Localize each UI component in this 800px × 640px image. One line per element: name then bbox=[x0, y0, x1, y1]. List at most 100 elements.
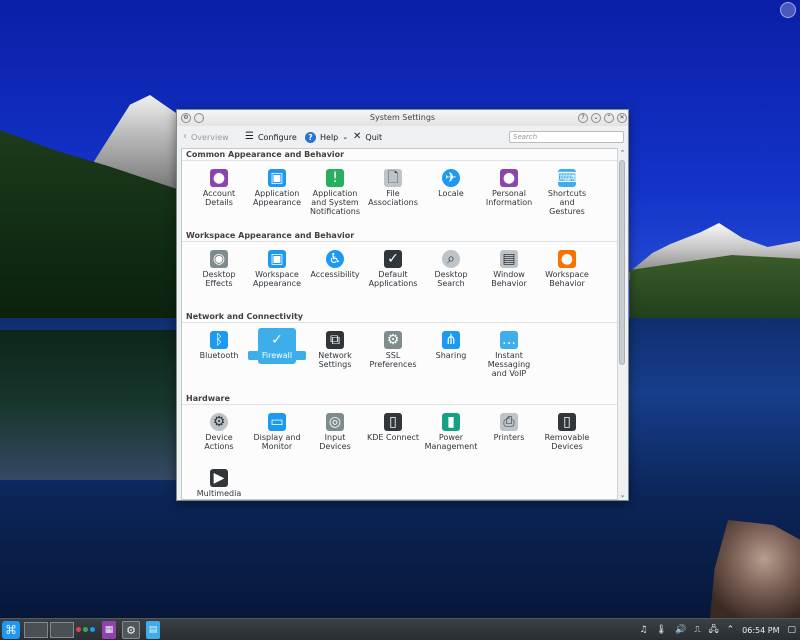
item-shortcuts[interactable]: ⌨ Shortcuts and Gestures bbox=[538, 169, 596, 216]
item-label: SSL Preferences bbox=[369, 351, 417, 369]
input-devices-icon: ◎ bbox=[326, 413, 344, 431]
item-label: Workspace Appearance bbox=[252, 270, 302, 288]
scroll-up-icon[interactable]: ⌃ bbox=[618, 148, 627, 158]
item-instant-messaging[interactable]: … Instant Messaging and VoIP bbox=[480, 331, 538, 378]
desktop-toolbox-button[interactable] bbox=[780, 2, 796, 18]
item-label: Input Devices bbox=[319, 433, 351, 451]
close-icon: ✕ bbox=[353, 131, 362, 142]
usb-tray-icon[interactable]: ⎍ bbox=[694, 625, 700, 635]
item-window-behavior[interactable]: ▤ Window Behavior bbox=[480, 250, 538, 288]
scroll-down-icon[interactable]: ⌄ bbox=[618, 490, 627, 500]
section-items: ⚙ Device Actions ▭ Display and Monitor ◎ Inpu… bbox=[182, 405, 617, 499]
device-actions-icon: ⚙ bbox=[210, 413, 228, 431]
clock[interactable]: 06:54 PM bbox=[742, 626, 779, 635]
item-firewall[interactable]: ✓ Firewall bbox=[248, 328, 306, 364]
configure-button[interactable]: ☰ Configure bbox=[245, 130, 297, 144]
help-button[interactable]: ? Help ⌄ bbox=[305, 130, 348, 144]
item-network-settings[interactable]: ⧉ Network Settings bbox=[306, 331, 364, 369]
search-input[interactable]: Search bbox=[509, 131, 624, 143]
item-notifications[interactable]: ! Application and System Notifications bbox=[306, 169, 364, 216]
item-default-applications[interactable]: ✓ Default Applications bbox=[364, 250, 422, 288]
removable-devices-icon: ▯ bbox=[558, 413, 576, 431]
toolbar: ‹ Overview ☰ Configure ? Help ⌄ ✕ Quit S… bbox=[177, 126, 628, 148]
item-input-devices[interactable]: ◎ Input Devices bbox=[306, 413, 364, 451]
section-title: Hardware bbox=[182, 393, 617, 405]
temperature-tray-icon[interactable]: 🌡 bbox=[656, 625, 667, 635]
workspace-behavior-icon: ● bbox=[558, 250, 576, 268]
expand-tray-icon[interactable]: ⌃ bbox=[727, 625, 735, 635]
taskbar: ⌘ ▦ ⚙ ▤ ♫ 🌡 🔊 ⎍ 🖧 ⌃ 06:54 PM ▢ bbox=[0, 618, 800, 640]
show-desktop-icon[interactable]: ▢ bbox=[787, 625, 796, 635]
scrollbar[interactable]: ⌃ ⌄ bbox=[617, 148, 626, 500]
item-power-management[interactable]: ▮ Power Management bbox=[422, 413, 480, 451]
minimize-button[interactable]: ⌄ bbox=[591, 113, 601, 123]
item-label: Application Appearance bbox=[252, 189, 302, 207]
system-settings-task-icon[interactable]: ⚙ bbox=[122, 621, 140, 639]
file-associations-icon: 🗋 bbox=[384, 169, 402, 187]
quit-label: Quit bbox=[365, 132, 383, 142]
section-items: ● Account Details ▣ Application Appearance !… bbox=[182, 161, 617, 231]
item-label: Workspace Behavior bbox=[545, 270, 589, 288]
maximize-button[interactable]: ⌃ bbox=[604, 113, 614, 123]
application-launcher-icon[interactable]: ⌘ bbox=[2, 621, 20, 639]
section-items: ᛒ Bluetooth ✓ Firewall ⧉ Network Settings ⚙ S… bbox=[182, 323, 617, 393]
item-locale[interactable]: ✈ Locale bbox=[422, 169, 480, 198]
pager-desktop-2[interactable] bbox=[50, 622, 74, 638]
item-file-associations[interactable]: 🗋 File Associations bbox=[364, 169, 422, 207]
item-workspace-appearance[interactable]: ▣ Workspace Appearance bbox=[248, 250, 306, 288]
app-launcher-icon[interactable]: ▦ bbox=[102, 621, 116, 639]
overview-button[interactable]: ‹ Overview bbox=[183, 130, 229, 144]
chevron-down-icon: ⌄ bbox=[342, 133, 349, 141]
item-account-details[interactable]: ● Account Details bbox=[190, 169, 248, 207]
scrollbar-thumb[interactable] bbox=[619, 160, 625, 365]
item-accessibility[interactable]: ♿ Accessibility bbox=[306, 250, 364, 279]
notifications-tray-icon[interactable]: ♫ bbox=[640, 625, 648, 635]
configure-label: Configure bbox=[257, 132, 297, 142]
item-label: Shortcuts and Gestures bbox=[547, 189, 587, 216]
item-label: Desktop Effects bbox=[202, 270, 236, 288]
item-label: Printers bbox=[493, 433, 525, 442]
file-manager-task-icon[interactable]: ▤ bbox=[146, 621, 160, 639]
desktop-search-icon: ⌕ bbox=[442, 250, 460, 268]
kde-connect-icon: ▯ bbox=[384, 413, 402, 431]
item-application-appearance[interactable]: ▣ Application Appearance bbox=[248, 169, 306, 207]
section-workspace: Workspace Appearance and Behavior ◉ Deskt… bbox=[182, 230, 617, 310]
lake-reflection bbox=[0, 330, 180, 480]
item-label: Personal Information bbox=[485, 189, 533, 207]
item-label: Application and System Notifications bbox=[309, 189, 361, 216]
pager-desktop-1[interactable] bbox=[24, 622, 48, 638]
quit-button[interactable]: ✕ Quit bbox=[353, 130, 382, 144]
display-icon: ▭ bbox=[268, 413, 286, 431]
accessibility-icon: ♿ bbox=[326, 250, 344, 268]
item-sharing[interactable]: ⋔ Sharing bbox=[422, 331, 480, 360]
sharing-icon: ⋔ bbox=[442, 331, 460, 349]
network-icon: ⧉ bbox=[326, 331, 344, 349]
section-hardware: Hardware ⚙ Device Actions ▭ Display and Moni… bbox=[182, 393, 617, 499]
network-tray-icon[interactable]: 🖧 bbox=[709, 622, 719, 638]
item-display-monitor[interactable]: ▭ Display and Monitor bbox=[248, 413, 306, 451]
item-device-actions[interactable]: ⚙ Device Actions bbox=[190, 413, 248, 451]
item-label: Accessibility bbox=[310, 270, 360, 279]
item-personal-information[interactable]: ● Personal Information bbox=[480, 169, 538, 207]
item-label: Display and Monitor bbox=[253, 433, 301, 451]
bluetooth-icon: ᛒ bbox=[210, 331, 228, 349]
item-kde-connect[interactable]: ▯ KDE Connect bbox=[364, 413, 422, 442]
item-printers[interactable]: ⎙ Printers bbox=[480, 413, 538, 442]
item-multimedia[interactable]: ▶ Multimedia bbox=[190, 469, 248, 498]
item-workspace-behavior[interactable]: ● Workspace Behavior bbox=[538, 250, 596, 288]
item-desktop-search[interactable]: ⌕ Desktop Search bbox=[422, 250, 480, 288]
ssl-icon: ⚙ bbox=[384, 331, 402, 349]
item-bluetooth[interactable]: ᛒ Bluetooth bbox=[190, 331, 248, 360]
item-desktop-effects[interactable]: ◉ Desktop Effects bbox=[190, 250, 248, 288]
item-label: Account Details bbox=[202, 189, 236, 207]
item-removable-devices[interactable]: ▯ Removable Devices bbox=[538, 413, 596, 451]
help-window-button[interactable]: ? bbox=[578, 113, 588, 123]
volume-tray-icon[interactable]: 🔊 bbox=[675, 625, 686, 635]
item-label: Power Management bbox=[424, 433, 478, 451]
close-button[interactable]: ✕ bbox=[617, 113, 627, 123]
activity-dots bbox=[76, 627, 95, 632]
overview-label: Overview bbox=[191, 132, 229, 142]
default-apps-icon: ✓ bbox=[384, 250, 402, 268]
section-title: Workspace Appearance and Behavior bbox=[182, 230, 617, 242]
item-ssl-preferences[interactable]: ⚙ SSL Preferences bbox=[364, 331, 422, 369]
